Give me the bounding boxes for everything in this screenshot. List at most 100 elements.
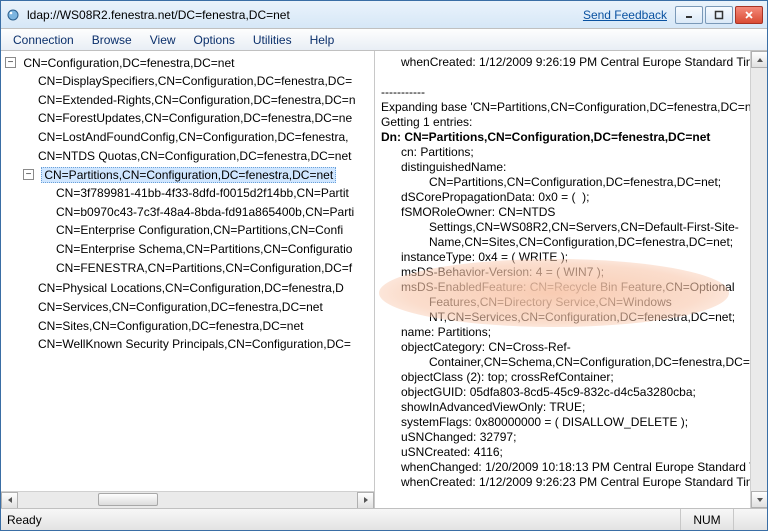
scroll-down-button[interactable] — [751, 491, 767, 508]
tree-node[interactable]: CN=FENESTRA,CN=Partitions,CN=Configurati… — [41, 258, 374, 277]
tree-pane: − CN=Configuration,DC=fenestra,DC=net CN… — [1, 51, 375, 508]
tree-label[interactable]: CN=b0970c43-7c3f-48a4-8bda-fd91a865400b,… — [56, 204, 354, 218]
ldap-tree: − CN=Configuration,DC=fenestra,DC=net CN… — [3, 53, 374, 354]
tree-node[interactable]: CN=LostAndFoundConfig,CN=Configuration,D… — [23, 127, 374, 146]
tree-node[interactable]: CN=Extended-Rights,CN=Configuration,DC=f… — [23, 90, 374, 109]
details-line: name: Partitions; — [381, 325, 744, 340]
tree-node[interactable]: CN=DisplaySpecifiers,CN=Configuration,DC… — [23, 71, 374, 90]
scroll-up-button[interactable] — [751, 51, 767, 68]
tree-node[interactable]: CN=ForestUpdates,CN=Configuration,DC=fen… — [23, 108, 374, 127]
tree-label[interactable]: CN=Extended-Rights,CN=Configuration,DC=f… — [38, 92, 356, 106]
status-numlock: NUM — [680, 509, 732, 530]
status-empty — [733, 509, 761, 530]
details-line: cn: Partitions; — [381, 145, 744, 160]
details-line: Getting 1 entries: — [381, 115, 744, 130]
scroll-thumb[interactable] — [98, 493, 158, 506]
tree-node[interactable]: CN=3f789981-41bb-4f33-8dfd-f0015d2f14bb,… — [41, 183, 374, 202]
tree-label[interactable]: CN=Services,CN=Configuration,DC=fenestra… — [38, 300, 323, 314]
tree-spacer — [23, 94, 34, 105]
tree-node[interactable]: CN=Sites,CN=Configuration,DC=fenestra,DC… — [23, 316, 374, 335]
tree-spacer — [41, 187, 52, 198]
menu-options[interactable]: Options — [186, 31, 243, 49]
details-line: Name,CN=Sites,CN=Configuration,DC=fenest… — [381, 235, 744, 250]
details-line: CN=Partitions,CN=Configuration,DC=fenest… — [381, 175, 744, 190]
tree-spacer — [23, 132, 34, 143]
vertical-scrollbar[interactable] — [750, 51, 767, 508]
tree-label[interactable]: CN=3f789981-41bb-4f33-8dfd-f0015d2f14bb,… — [56, 186, 349, 200]
details-line — [381, 70, 744, 85]
collapse-icon[interactable]: − — [23, 169, 34, 180]
tree-label[interactable]: CN=FENESTRA,CN=Partitions,CN=Configurati… — [56, 261, 352, 275]
details-line: whenCreated: 1/12/2009 9:26:19 PM Centra… — [381, 55, 744, 70]
tree-spacer — [23, 282, 34, 293]
details-line: Container,CN=Schema,CN=Configuration,DC=… — [381, 355, 744, 370]
statusbar: Ready NUM — [1, 508, 767, 530]
tree-spacer — [41, 262, 52, 273]
details-line: whenChanged: 1/20/2009 10:18:13 PM Centr… — [381, 460, 744, 475]
status-text: Ready — [7, 513, 42, 527]
collapse-icon[interactable]: − — [5, 57, 16, 68]
details-line: uSNChanged: 32797; — [381, 430, 744, 445]
scroll-right-button[interactable] — [357, 492, 374, 509]
tree-label[interactable]: CN=DisplaySpecifiers,CN=Configuration,DC… — [38, 74, 352, 88]
details-line: whenCreated: 1/12/2009 9:26:23 PM Centra… — [381, 475, 744, 490]
tree-label[interactable]: CN=Enterprise Schema,CN=Partitions,CN=Co… — [56, 242, 352, 256]
tree-label[interactable]: CN=Configuration,DC=fenestra,DC=net — [23, 56, 234, 70]
tree-node[interactable]: CN=Enterprise Configuration,CN=Partition… — [41, 220, 374, 239]
minimize-button[interactable] — [675, 6, 703, 24]
tree-spacer — [23, 320, 34, 331]
tree-spacer — [23, 339, 34, 350]
tree-node[interactable]: CN=Services,CN=Configuration,DC=fenestra… — [23, 297, 374, 316]
tree-node[interactable]: CN=Enterprise Schema,CN=Partitions,CN=Co… — [41, 239, 374, 258]
scroll-track[interactable] — [751, 68, 767, 491]
details-line: uSNCreated: 4116; — [381, 445, 744, 460]
details-line: fSMORoleOwner: CN=NTDS — [381, 205, 744, 220]
close-button[interactable] — [735, 6, 763, 24]
details-line: msDS-Behavior-Version: 4 = ( WIN7 ); — [381, 265, 744, 280]
scroll-track[interactable] — [18, 492, 357, 509]
details-line: dSCorePropagationData: 0x0 = ( ); — [381, 190, 744, 205]
details-line: objectGUID: 05dfa803-8cd5-45c9-832c-d4c5… — [381, 385, 744, 400]
tree-node[interactable]: CN=NTDS Quotas,CN=Configuration,DC=fenes… — [23, 146, 374, 165]
details-line: msDS-EnabledFeature: CN=Recycle Bin Feat… — [381, 280, 744, 295]
details-wrap: whenCreated: 1/12/2009 9:26:19 PM Centra… — [375, 51, 767, 508]
menu-view[interactable]: View — [142, 31, 184, 49]
details-line: distinguishedName: — [381, 160, 744, 175]
tree-spacer — [23, 75, 34, 86]
tree-label[interactable]: CN=ForestUpdates,CN=Configuration,DC=fen… — [38, 111, 352, 125]
tree-node[interactable]: CN=WellKnown Security Principals,CN=Conf… — [23, 334, 374, 353]
menu-help[interactable]: Help — [302, 31, 343, 49]
menu-connection[interactable]: Connection — [5, 31, 82, 49]
send-feedback-link[interactable]: Send Feedback — [583, 8, 667, 22]
tree-spacer — [41, 206, 52, 217]
content-area: − CN=Configuration,DC=fenestra,DC=net CN… — [1, 51, 767, 508]
window-buttons — [675, 6, 763, 24]
menubar: Connection Browse View Options Utilities… — [1, 29, 767, 51]
details-line: ----------- — [381, 505, 744, 508]
menu-utilities[interactable]: Utilities — [245, 31, 300, 49]
details-line: objectClass (2): top; crossRefContainer; — [381, 370, 744, 385]
tree-label[interactable]: CN=Enterprise Configuration,CN=Partition… — [56, 223, 343, 237]
menu-browse[interactable]: Browse — [84, 31, 140, 49]
tree-node[interactable]: CN=Physical Locations,CN=Configuration,D… — [23, 278, 374, 297]
details-line: objectCategory: CN=Cross-Ref- — [381, 340, 744, 355]
tree-node-root[interactable]: − CN=Configuration,DC=fenestra,DC=net CN… — [5, 53, 374, 354]
details-line-dn: Dn: CN=Partitions,CN=Configuration,DC=fe… — [381, 130, 744, 145]
tree-label[interactable]: CN=NTDS Quotas,CN=Configuration,DC=fenes… — [38, 149, 351, 163]
tree-label[interactable]: CN=Sites,CN=Configuration,DC=fenestra,DC… — [38, 318, 303, 332]
tree-node-partitions[interactable]: − CN=Partitions,CN=Configuration,DC=fene… — [23, 165, 374, 278]
tree-label[interactable]: CN=WellKnown Security Principals,CN=Conf… — [38, 337, 351, 351]
app-window: ldap://WS08R2.fenestra.net/DC=fenestra,D… — [0, 0, 768, 531]
details-pane[interactable]: whenCreated: 1/12/2009 9:26:19 PM Centra… — [375, 51, 750, 508]
tree-node[interactable]: CN=b0970c43-7c3f-48a4-8bda-fd91a865400b,… — [41, 202, 374, 221]
tree-label[interactable]: CN=Physical Locations,CN=Configuration,D… — [38, 281, 344, 295]
tree-spacer — [23, 150, 34, 161]
tree-label[interactable]: CN=LostAndFoundConfig,CN=Configuration,D… — [38, 130, 349, 144]
tree-spacer — [23, 113, 34, 124]
tree-label-selected[interactable]: CN=Partitions,CN=Configuration,DC=fenest… — [41, 167, 336, 183]
details-line: showInAdvancedViewOnly: TRUE; — [381, 400, 744, 415]
maximize-button[interactable] — [705, 6, 733, 24]
tree-scroll[interactable]: − CN=Configuration,DC=fenestra,DC=net CN… — [1, 51, 374, 491]
horizontal-scrollbar[interactable] — [1, 491, 374, 508]
scroll-left-button[interactable] — [1, 492, 18, 509]
